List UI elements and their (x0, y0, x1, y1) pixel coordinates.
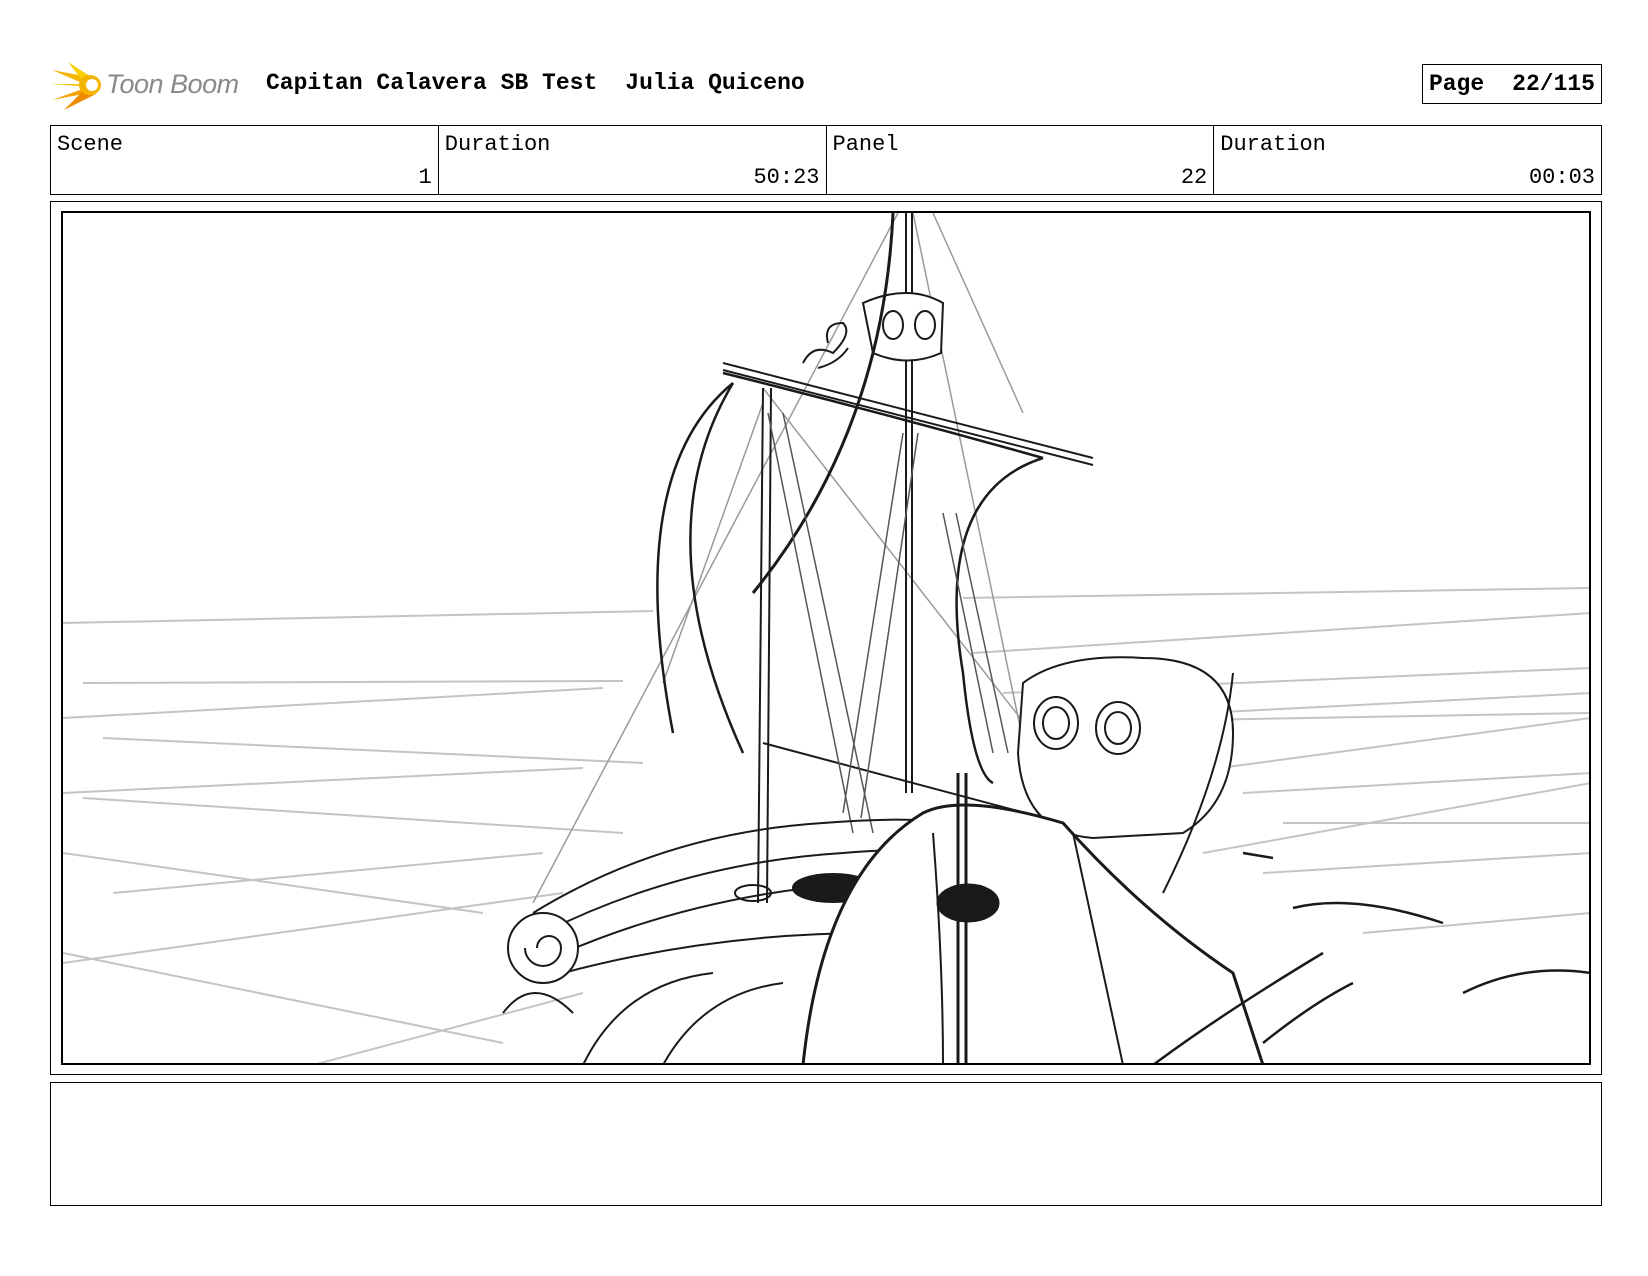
scene-value: 1 (418, 165, 432, 190)
panel-artwork (61, 211, 1591, 1065)
project-title: Capitan Calavera SB Test (266, 70, 598, 96)
logo-text: Toon Boom (106, 69, 239, 99)
toon-boom-logo: Toon Boom (50, 58, 250, 114)
panel-cell: Panel 22 (827, 126, 1215, 194)
sails (656, 213, 1044, 785)
pirate-ship-sketch (63, 213, 1589, 1063)
page-header: Toon Boom Capitan Calavera SB Test Julia … (50, 58, 1602, 114)
page-indicator: Page 22/115 (1421, 64, 1602, 104)
panel-value: 22 (1180, 165, 1208, 190)
page-number: 22/115 (1512, 71, 1595, 97)
storyboard-panel (50, 201, 1602, 1075)
author-name: Julia Quiceno (625, 70, 805, 96)
page-label: Page (1428, 71, 1485, 97)
starburst-logo-icon (50, 62, 101, 110)
panel-duration-cell: Duration 00:03 (1214, 126, 1601, 194)
page-title: Capitan Calavera SB Test Julia Quiceno (266, 70, 805, 96)
rope-ladders (767, 412, 1009, 834)
panel-notes-box[interactable] (50, 1082, 1602, 1206)
scene-duration-cell: Duration 50:23 (439, 126, 827, 194)
flag-scribble (802, 321, 849, 369)
scene-cell: Scene 1 (51, 126, 439, 194)
scene-label: Scene (57, 132, 124, 157)
panel-label: Panel (832, 132, 899, 157)
panel-info-table: Scene 1 Duration 50:23 Panel 22 Duration… (50, 125, 1602, 195)
panel-duration-label: Duration (1220, 132, 1326, 157)
scene-duration-label: Duration (444, 132, 551, 157)
panel-duration-value: 00:03 (1528, 165, 1595, 190)
scene-duration-value: 50:23 (753, 165, 820, 190)
